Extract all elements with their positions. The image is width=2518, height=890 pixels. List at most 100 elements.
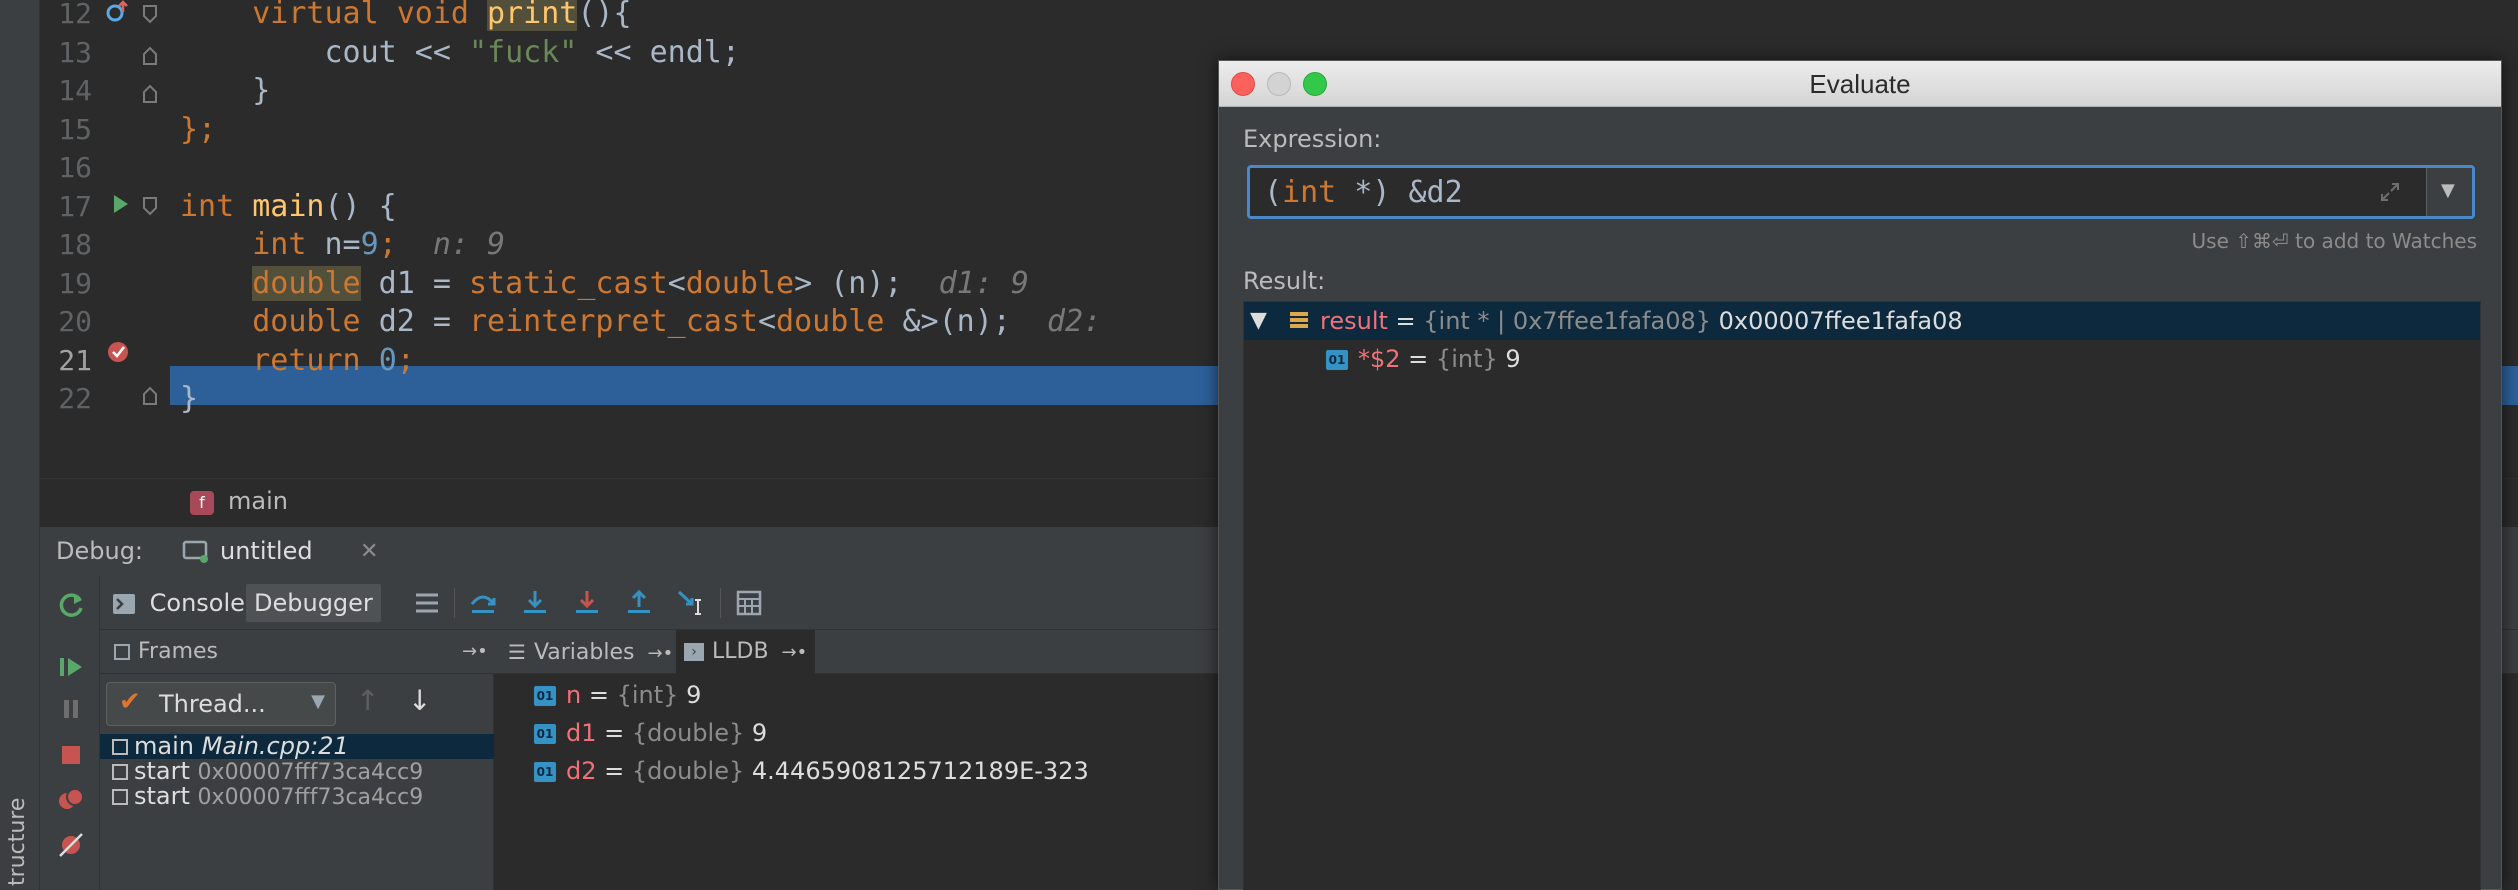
line-number: 22 <box>58 382 92 415</box>
code-token: reinterpret_cast <box>469 304 758 339</box>
rerun-icon[interactable] <box>56 590 86 620</box>
line-number: 12 <box>58 0 92 30</box>
force-step-into-icon[interactable] <box>572 588 602 618</box>
run-to-cursor-icon[interactable] <box>676 588 706 618</box>
line-number: 13 <box>58 35 92 69</box>
close-tab-icon[interactable]: ✕ <box>360 539 378 564</box>
code-token: cout << <box>180 34 469 70</box>
variable-name: d1 <box>566 719 597 747</box>
variables-icon: ☰ <box>508 640 526 664</box>
tab-debugger-label: Debugger <box>254 589 373 617</box>
code-token: () { <box>324 188 397 224</box>
fold-marker-icon[interactable] <box>138 194 162 218</box>
layout-menu-icon[interactable] <box>412 588 442 618</box>
fold-marker-icon[interactable] <box>138 2 162 26</box>
result-tree[interactable]: ▼ result = {int * | 0x7ffee1fafa08} 0x00… <box>1243 301 2481 890</box>
pin-icon[interactable]: →• <box>462 630 488 674</box>
step-into-icon[interactable] <box>520 588 550 618</box>
previous-frame-icon[interactable]: ↑ <box>356 684 379 717</box>
code-line[interactable]: virtual void print(){ <box>180 0 2518 34</box>
fold-marker-icon[interactable] <box>138 384 162 408</box>
code-token: d2 = <box>378 304 469 339</box>
view-breakpoints-icon[interactable] <box>56 784 86 814</box>
code-token: }; <box>180 111 217 147</box>
history-dropdown[interactable]: ▼ <box>2426 168 2472 216</box>
variable-type: {int} <box>616 681 679 709</box>
chevron-down-icon: ▼ <box>311 691 325 712</box>
frame-detail: 0x00007fff73ca4cc9 <box>197 760 424 785</box>
check-icon: ✔ <box>119 687 141 717</box>
code-token: double <box>180 304 379 339</box>
fold-marker-icon[interactable] <box>138 82 162 106</box>
variable-row[interactable]: 01 d1 = {double} 9 <box>534 714 767 752</box>
result-value: 0x00007ffee1fafa08 <box>1718 307 1963 335</box>
step-out-icon[interactable] <box>624 588 654 618</box>
dialog-title: Evaluate <box>1809 69 1911 99</box>
thread-select-value: Thread... <box>159 690 266 718</box>
equals-sign: = <box>581 681 617 709</box>
frame-icon <box>112 789 128 805</box>
variable-row[interactable]: 01 d2 = {double} 4.4465908125712189E-323 <box>534 752 1089 790</box>
pin-icon[interactable]: →• <box>782 642 808 663</box>
breadcrumb-main[interactable]: main <box>228 487 288 515</box>
variables-header-label: Variables <box>533 640 635 665</box>
watch-hint: Use ⇧⌘⏎ to add to Watches <box>2191 229 2477 253</box>
line-number: 14 <box>58 74 92 107</box>
primitive-icon: 01 <box>534 686 556 706</box>
expression-input[interactable]: (int *) &d2 ▼ <box>1247 165 2475 219</box>
lldb-header[interactable]: › LLDB →• <box>676 630 816 674</box>
child-value: 9 <box>1505 345 1521 373</box>
frame-item[interactable]: start 0x00007fff73ca4cc9 <box>100 784 494 810</box>
structure-label: tructure <box>5 797 30 886</box>
code-token: n: 9 <box>396 227 506 262</box>
line-number: 20 <box>58 305 92 338</box>
code-token: < <box>667 265 686 301</box>
code-token: double <box>685 265 795 301</box>
tab-debugger[interactable]: Debugger <box>246 584 381 622</box>
frame-item[interactable]: start 0x00007fff73ca4cc9 <box>100 759 494 785</box>
debug-session-tab[interactable]: untitled ✕ <box>178 533 378 571</box>
result-type: {int * | 0x7ffee1fafa08} <box>1423 307 1712 335</box>
step-over-icon[interactable] <box>468 588 498 618</box>
frames-header[interactable]: Frames <box>114 630 218 674</box>
code-token: int <box>180 188 253 224</box>
expand-toggle-icon[interactable]: ▼ <box>1250 302 1267 340</box>
line-number: 16 <box>58 151 92 184</box>
evaluate-expression-icon[interactable] <box>734 588 764 618</box>
override-method-icon[interactable] <box>106 0 130 24</box>
next-frame-icon[interactable]: ↓ <box>408 684 431 717</box>
evaluate-dialog: Evaluate Expression: (int *) &d2 ▼ Use ⇧… <box>1218 60 2502 890</box>
structure-tool-button[interactable]: tructure <box>2 770 38 890</box>
toolbar-divider <box>454 588 455 618</box>
line-number: 15 <box>58 112 92 146</box>
resume-icon[interactable] <box>56 652 86 682</box>
frame-detail: 0x00007fff73ca4cc9 <box>197 785 424 810</box>
code-token: << endl; <box>577 34 740 70</box>
primitive-icon: 01 <box>1326 350 1348 370</box>
expand-icon[interactable] <box>2378 180 2402 204</box>
result-child-row[interactable]: 01 *$2 = {int} 9 <box>1244 340 2480 378</box>
fold-marker-icon[interactable] <box>138 44 162 68</box>
code-token: static_cast <box>469 265 668 301</box>
frame-item[interactable]: main Main.cpp:21 <box>100 734 494 759</box>
code-token: d2: <box>1010 304 1102 339</box>
run-icon[interactable] <box>108 192 132 216</box>
stop-icon[interactable] <box>56 740 86 770</box>
pause-icon[interactable] <box>56 694 86 724</box>
primitive-icon: 01 <box>534 762 556 782</box>
thread-select[interactable]: ✔ Thread... ▼ <box>106 682 336 726</box>
variables-header[interactable]: ☰ Variables →• <box>508 630 673 674</box>
tab-console[interactable]: Console <box>104 584 253 622</box>
breakpoint-icon[interactable] <box>106 340 130 364</box>
mute-breakpoints-icon[interactable] <box>56 830 86 860</box>
debug-side-toolbar <box>40 576 100 890</box>
code-token: 9 <box>360 227 379 262</box>
result-name: result <box>1320 307 1388 335</box>
line-number: 21 <box>58 343 92 377</box>
pin-icon[interactable]: →• <box>647 643 673 664</box>
variable-value: 9 <box>686 681 702 709</box>
expression-label: Expression: <box>1243 125 1382 153</box>
result-row[interactable]: ▼ result = {int * | 0x7ffee1fafa08} 0x00… <box>1244 302 2480 340</box>
variable-row[interactable]: 01 n = {int} 9 <box>534 676 701 714</box>
list-icon <box>1290 312 1308 328</box>
